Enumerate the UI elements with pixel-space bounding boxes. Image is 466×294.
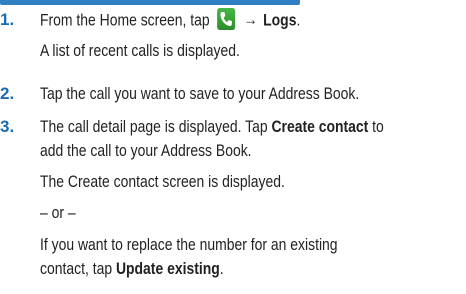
step-text: contact, tap xyxy=(40,259,116,278)
step-3-line-5: If you want to replace the number for an… xyxy=(40,235,338,254)
arrow-right-icon: → xyxy=(243,10,258,30)
step-number: 3. xyxy=(0,117,15,136)
step-3-line-3: The Create contact screen is displayed. xyxy=(40,172,285,191)
punctuation: . xyxy=(296,10,301,30)
step-3-line-2: add the call to your Address Book. xyxy=(40,141,252,160)
step-text: to xyxy=(368,117,384,136)
create-contact-label: Create contact xyxy=(271,117,369,136)
step-number: 1. xyxy=(0,10,15,29)
step-3-line-6: contact, tap Update existing. xyxy=(40,259,224,279)
step-1-line-2: A list of recent calls is displayed. xyxy=(40,41,240,60)
update-existing-label: Update existing xyxy=(115,259,220,278)
step-1-line-1: From the Home screen, tap → Logs. xyxy=(40,8,301,32)
step-text: From the Home screen, tap xyxy=(40,10,210,30)
step-3-line-1: The call detail page is displayed. Tap C… xyxy=(40,117,384,137)
step-2-line-1: Tap the call you want to save to your Ad… xyxy=(40,84,360,103)
or-separator: – or – xyxy=(40,203,76,222)
step-text: The call detail page is displayed. Tap xyxy=(40,117,272,136)
logs-label: Logs xyxy=(263,10,297,30)
top-header-fragment xyxy=(0,0,466,6)
punctuation: . xyxy=(219,259,224,278)
phone-icon[interactable] xyxy=(216,8,235,30)
step-number: 2. xyxy=(0,84,15,103)
section-header-bar xyxy=(0,0,300,5)
